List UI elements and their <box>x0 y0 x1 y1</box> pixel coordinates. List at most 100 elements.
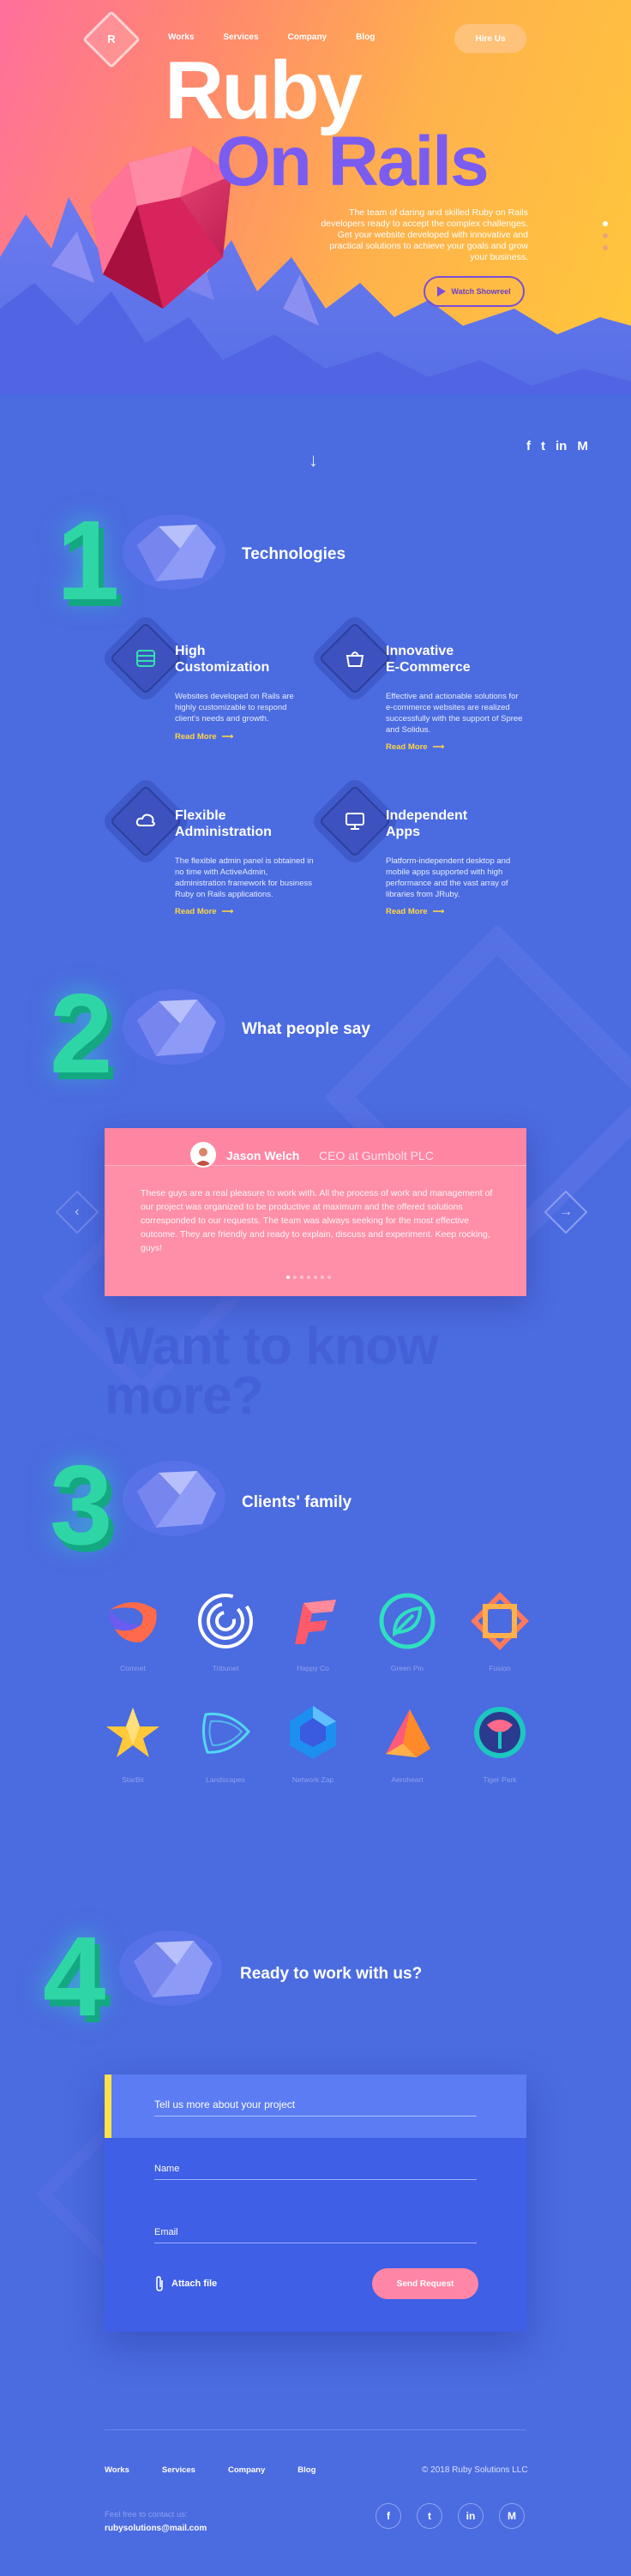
client-logo-network-zap[interactable]: Network Zap <box>274 1702 352 1784</box>
feature-title: High Customization <box>175 644 270 675</box>
hero-title-line1: Ruby <box>165 45 363 136</box>
hero-social-links: f t in M <box>526 439 588 453</box>
aeroheart-logo-icon <box>386 1709 430 1757</box>
pagination-dot[interactable] <box>300 1276 303 1279</box>
facebook-icon[interactable]: f <box>526 439 531 453</box>
feature-title: Independent Apps <box>386 808 468 839</box>
top-nav: Works Services Company Blog <box>168 33 375 42</box>
fusion-logo-icon <box>471 1592 529 1650</box>
client-logo-starbit[interactable]: StarBit <box>94 1702 171 1784</box>
medium-icon[interactable]: M <box>577 439 588 453</box>
pagination-dot[interactable] <box>314 1276 317 1279</box>
read-more-link[interactable]: Read More ⟶ <box>175 732 233 742</box>
want-to-know-more-heading: Want to know more? <box>105 1317 439 1426</box>
scroll-down-arrow-icon[interactable]: ↓ <box>309 449 318 471</box>
name-field[interactable] <box>154 2179 477 2180</box>
footer-social-links: f t in M <box>376 2503 525 2529</box>
nav-company[interactable]: Company <box>288 33 328 42</box>
pagination-dot[interactable] <box>286 1276 290 1279</box>
slider-dots <box>603 221 608 250</box>
customization-icon <box>109 621 183 695</box>
email-field-label: Email <box>154 2227 178 2237</box>
project-description-placeholder: Tell us more about your project <box>154 2099 296 2111</box>
play-icon <box>437 286 447 297</box>
slider-dot[interactable] <box>603 221 608 226</box>
testimonial-text: These guys are a real pleasure to work w… <box>141 1188 493 1253</box>
copyright: © 2018 Ruby Solutions LLC <box>422 2465 528 2475</box>
facebook-icon[interactable]: f <box>376 2503 401 2529</box>
comnet-logo-icon <box>109 1602 157 1642</box>
arrow-left-icon: ‹ <box>75 1204 80 1219</box>
arrow-right-icon: ⟶ <box>221 907 234 916</box>
footer-nav-works[interactable]: Works <box>105 2465 129 2475</box>
footer-divider <box>105 2429 526 2430</box>
client-logo-landscapes[interactable]: Landscapes <box>187 1702 264 1784</box>
desktop-app-icon <box>318 784 392 858</box>
slider-dot[interactable] <box>603 245 608 250</box>
testimonial-header <box>105 1128 526 1166</box>
section-number-2: 2 <box>50 970 113 1096</box>
twitter-icon[interactable]: t <box>541 439 545 453</box>
feature-title: Innovative E-Commerce <box>386 644 471 675</box>
medium-icon[interactable]: M <box>499 2503 525 2529</box>
client-logo-tiger-park[interactable]: Tiger Park <box>461 1702 538 1784</box>
section-title-contact: Ready to work with us? <box>240 1965 423 1983</box>
pagination-dot[interactable] <box>321 1276 324 1279</box>
section-title-technologies: Technologies <box>242 545 346 563</box>
tiger-park-logo-icon <box>474 1707 526 1758</box>
read-more-link[interactable]: Read More ⟶ <box>386 907 444 916</box>
tribunet-logo-icon <box>198 1594 253 1648</box>
arrow-right-icon: ⟶ <box>221 732 234 742</box>
footer-nav-company[interactable]: Company <box>228 2465 265 2475</box>
avatar <box>190 1142 216 1168</box>
nav-services[interactable]: Services <box>223 33 258 42</box>
contact-email-link[interactable]: rubysolutions@mail.com <box>105 2524 207 2533</box>
crystal-icon <box>119 1930 222 2006</box>
arrow-right-icon: → <box>559 1204 573 1219</box>
nav-works[interactable]: Works <box>168 33 194 42</box>
hire-us-button[interactable]: Hire Us <box>454 24 526 53</box>
read-more-link[interactable]: Read More ⟶ <box>175 907 233 916</box>
feature-description: The flexible admin panel is obtained in … <box>175 856 314 899</box>
section-number-3: 3 <box>50 1442 113 1568</box>
linkedin-icon[interactable]: in <box>458 2503 484 2529</box>
cloud-admin-icon <box>109 784 183 858</box>
read-more-link[interactable]: Read More ⟶ <box>386 742 444 752</box>
ecommerce-icon <box>318 621 392 695</box>
happy-co-logo-icon <box>295 1600 336 1644</box>
client-logo-happy-co[interactable]: Happy Co <box>274 1591 352 1672</box>
green-pin-logo-icon <box>379 1593 436 1649</box>
hero-title-line2: On Rails <box>216 123 490 201</box>
client-logo-comnet[interactable]: Comnet <box>94 1591 171 1672</box>
attach-file-button[interactable]: Attach file <box>154 2275 217 2292</box>
pagination-dot[interactable] <box>293 1276 297 1279</box>
field-underline <box>154 2116 477 2117</box>
section-number-1: 1 <box>57 497 120 623</box>
crystal-icon <box>123 514 225 590</box>
testimonial-name: Jason Welch <box>226 1149 300 1162</box>
testimonial-role: CEO at Gumbolt PLC <box>319 1149 434 1162</box>
showreel-label: Watch Showreel <box>451 287 511 296</box>
section-title-clients: Clients' family <box>242 1493 352 1511</box>
contact-label: Feel free to contact us: <box>105 2510 188 2519</box>
section-number-4: 4 <box>43 1913 106 2039</box>
client-logo-fusion[interactable]: Fusion <box>461 1591 538 1672</box>
crystal-icon <box>123 1461 225 1536</box>
starbit-logo-icon <box>106 1708 159 1757</box>
client-logo-aeroheart[interactable]: Aeroheart <box>369 1702 446 1784</box>
twitter-icon[interactable]: t <box>417 2503 442 2529</box>
pagination-dot[interactable] <box>328 1276 331 1279</box>
slider-dot[interactable] <box>603 233 608 238</box>
linkedin-icon[interactable]: in <box>556 439 567 453</box>
send-request-button[interactable]: Send Request <box>372 2268 478 2299</box>
nav-blog[interactable]: Blog <box>356 33 375 42</box>
footer-nav-services[interactable]: Services <box>162 2465 195 2475</box>
arrow-right-icon: ⟶ <box>432 907 445 916</box>
client-logo-tribunet[interactable]: Tribunet <box>187 1591 264 1672</box>
pagination-dot[interactable] <box>307 1276 310 1279</box>
field-focus-bar <box>105 2075 111 2138</box>
client-logo-green-pin[interactable]: Green Pin <box>369 1591 446 1672</box>
watch-showreel-button[interactable]: Watch Showreel <box>424 276 525 307</box>
footer-nav-blog[interactable]: Blog <box>297 2465 316 2475</box>
name-field-label: Name <box>154 2164 180 2174</box>
